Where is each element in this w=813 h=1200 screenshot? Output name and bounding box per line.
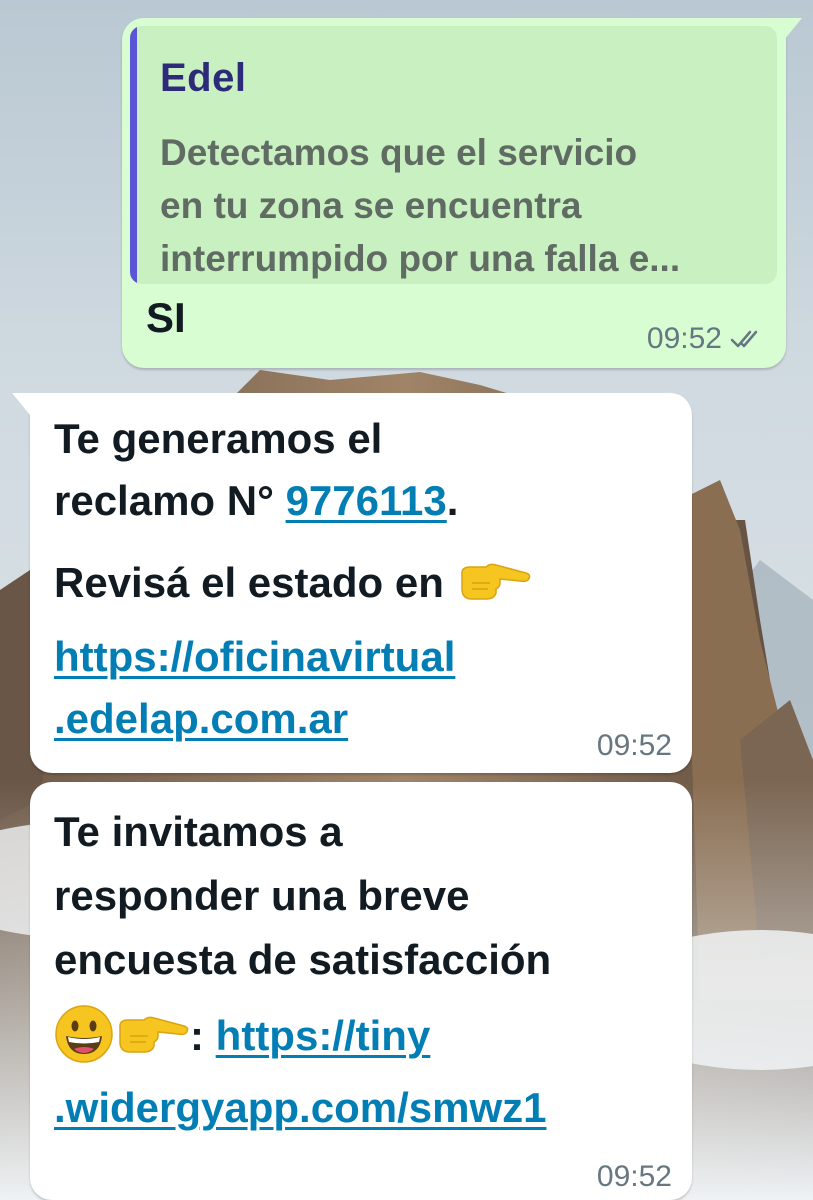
message-line: : https://tiny [54,1004,430,1074]
message-text-segment: . [446,477,459,524]
quoted-line-3: interrumpido por una falla e... [160,238,681,279]
office-virtual-link[interactable]: https://oficinavirtual [54,633,455,680]
message-meta: 09:52 [647,322,764,356]
bubble-tail [784,18,802,40]
bubble-tail [12,393,30,415]
incoming-message-bubble[interactable]: Te generamos el reclamo N° 9776113. Revi… [12,393,692,773]
pointing-right-emoji [456,559,532,613]
survey-link-continued[interactable]: .widergyapp.com/smwz1 [54,1084,546,1131]
message-text-segment: : [190,1012,204,1060]
message-line: reclamo N° 9776113. [54,477,458,525]
message-line: Te generamos el [54,415,383,462]
outgoing-message-bubble[interactable]: Edel Detectamos que el servicio en tu zo… [122,18,802,368]
quote-accent-bar [130,26,137,284]
quoted-line-2: en tu zona se encuentra [160,185,582,226]
message-time: 09:52 [596,1160,672,1193]
quoted-message[interactable]: Edel Detectamos que el servicio en tu zo… [130,26,777,284]
claim-number-link[interactable]: 9776113 [286,477,447,524]
quoted-message-author: Edel [160,56,247,100]
pointing-right-emoji [114,1012,190,1066]
outgoing-message-text: SI [146,294,186,341]
message-line: encuesta de satisfacción [54,936,552,983]
message-line: https://oficinavirtual [54,633,455,681]
quoted-message-text: Detectamos que el servicio en tu zona se… [160,126,760,284]
quoted-line-1: Detectamos que el servicio [160,132,638,173]
message-line: Te invitamos a [54,808,343,855]
incoming-message-bubble[interactable]: Te invitamos a responder una breve encue… [30,782,692,1200]
message-text-segment: reclamo N° [54,477,286,524]
message-line: Revisá el estado en [54,559,532,613]
office-virtual-link-continued[interactable]: .edelap.com.ar [54,695,348,742]
survey-link[interactable]: https://tiny [216,1012,431,1059]
message-line: responder una breve [54,872,470,919]
message-time: 09:52 [596,729,672,762]
grinning-face-emoji [54,1004,114,1074]
double-check-icon [730,328,764,350]
message-text-segment: Revisá el estado en [54,559,444,607]
message-time: 09:52 [646,322,722,355]
message-line: .widergyapp.com/smwz1 [54,1084,546,1132]
message-line: .edelap.com.ar [54,695,348,743]
